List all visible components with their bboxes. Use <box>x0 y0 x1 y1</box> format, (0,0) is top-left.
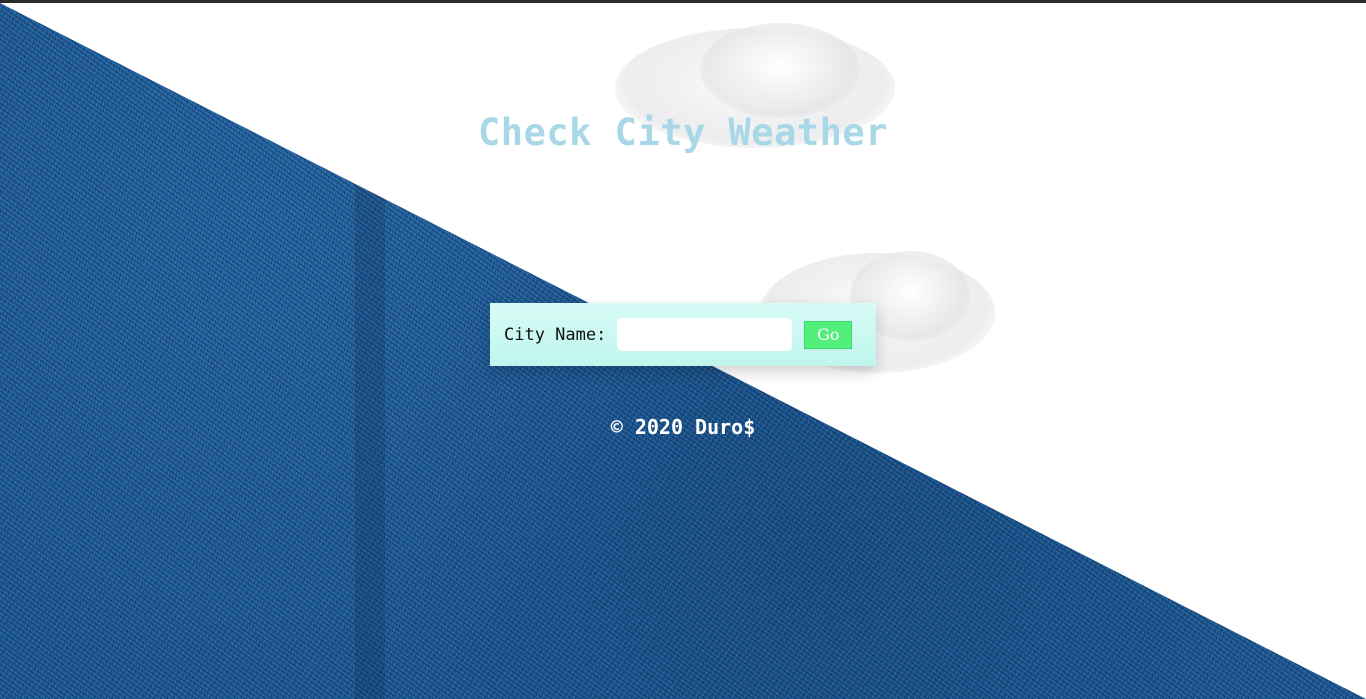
city-name-label: City Name: <box>504 324 607 345</box>
page-title: Check City Weather <box>478 111 888 154</box>
cloud-image-top-puff <box>700 23 860 118</box>
turf-shade-band <box>355 3 385 699</box>
city-name-input[interactable] <box>617 318 793 351</box>
copyright-footer: © 2020 Duro$ <box>610 415 756 439</box>
page-background: Check City Weather City Name: Go © 2020 … <box>0 3 1366 699</box>
city-search-form: City Name: Go <box>490 303 876 366</box>
go-button[interactable]: Go <box>804 320 853 349</box>
